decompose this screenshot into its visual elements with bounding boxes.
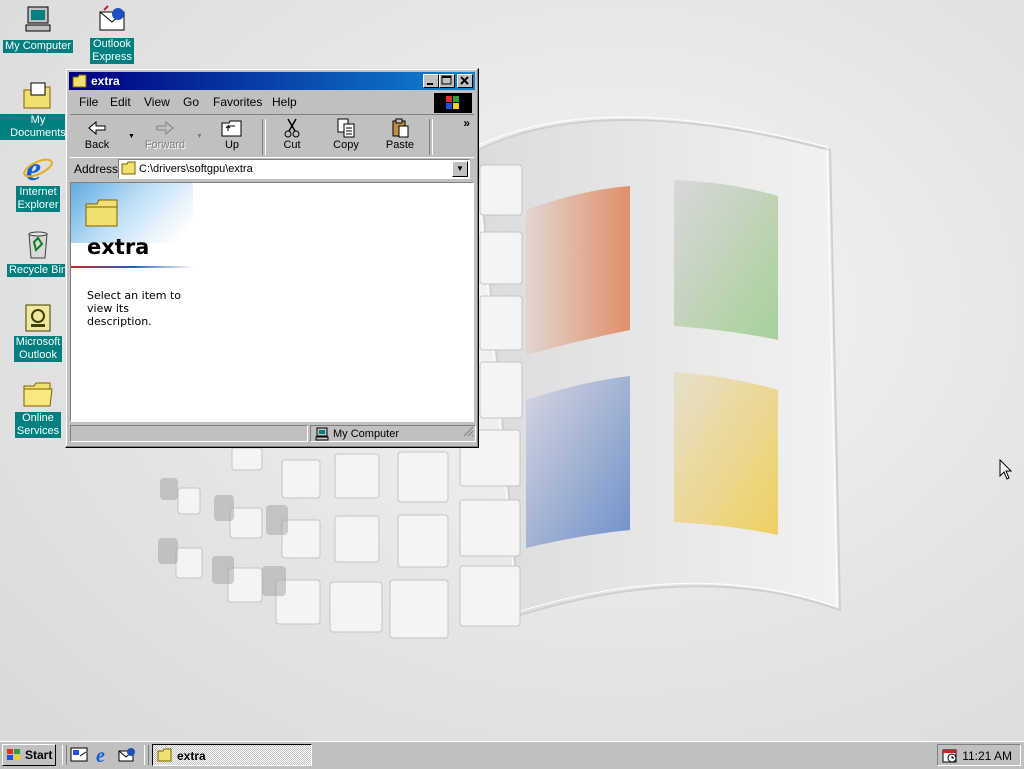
start-label: Start: [25, 748, 53, 762]
back-button[interactable]: Back: [72, 118, 122, 154]
desktop-icon-label: My Computer: [2, 40, 74, 53]
status-left-panel: [70, 425, 308, 442]
paste-button[interactable]: Paste: [375, 118, 425, 154]
my-computer-small-icon: [314, 427, 330, 444]
paste-clipboard-icon: [392, 118, 409, 138]
forward-label: Forward: [144, 139, 186, 151]
desktop-icon-label: Recycle Bin: [6, 264, 70, 277]
up-button[interactable]: Up: [207, 118, 257, 154]
copy-label: Copy: [333, 139, 359, 151]
heading-divider: [71, 266, 193, 268]
address-bar: Address C:\drivers\softgpu\extra ▼: [70, 158, 474, 180]
clock[interactable]: 11:21 AM: [962, 749, 1012, 763]
scissors-icon: [284, 118, 300, 138]
menu-go[interactable]: Go: [183, 95, 199, 109]
system-tray: 11:21 AM: [937, 744, 1021, 766]
close-button[interactable]: [457, 74, 473, 88]
back-arrow-icon: [88, 120, 106, 136]
paste-label: Paste: [385, 139, 415, 151]
back-label: Back: [84, 139, 110, 151]
desktop-icon-label: Microsoft Outlook: [13, 336, 63, 362]
maximize-icon: [441, 75, 452, 85]
status-right-panel: My Computer: [310, 425, 476, 442]
menu-view[interactable]: View: [144, 95, 170, 109]
my-computer-icon: [22, 4, 54, 36]
minimize-icon: [427, 83, 433, 85]
forward-arrow-icon: [156, 120, 174, 136]
svg-text:e: e: [96, 746, 105, 764]
taskbar-button-label: extra: [177, 749, 206, 763]
taskbar: Start e extra 11:21 AM: [0, 740, 1024, 769]
toolbar-separator: [429, 119, 433, 155]
selection-description: Select an item to view its description.: [87, 289, 182, 328]
desktop-icon-my-computer[interactable]: My Computer: [0, 4, 76, 53]
menu-edit[interactable]: Edit: [110, 95, 131, 109]
up-label: Up: [224, 139, 240, 151]
desktop-icon-outlook-express[interactable]: Outlook Express: [74, 4, 150, 64]
title-bar[interactable]: extra: [69, 72, 475, 90]
copy-button[interactable]: Copy: [321, 118, 371, 154]
status-location: My Computer: [333, 428, 400, 440]
folder-icon: [72, 74, 88, 91]
windows-logo-icon: [6, 748, 22, 765]
up-folder-icon: [221, 120, 242, 137]
toolbar-more-chevron[interactable]: »: [463, 116, 470, 130]
menu-favorites[interactable]: Favorites: [213, 95, 262, 109]
close-icon: [460, 76, 469, 85]
tasks-grip[interactable]: [144, 745, 149, 765]
cut-button[interactable]: Cut: [267, 118, 317, 154]
microsoft-outlook-icon: [22, 302, 54, 334]
folder-content-pane[interactable]: extra Select an item to view its descrip…: [70, 182, 474, 422]
scheduler-tray-icon[interactable]: [942, 747, 958, 766]
my-documents-icon: [22, 80, 54, 112]
desktop-icon-label: Online Services: [14, 412, 62, 438]
menu-bar: File Edit View Go Favorites Help: [70, 92, 474, 113]
internet-explorer-icon[interactable]: e: [94, 745, 112, 767]
recycle-bin-icon: [22, 228, 54, 260]
forward-dropdown-arrow[interactable]: ▼: [196, 133, 203, 140]
quicklaunch-grip[interactable]: [62, 745, 67, 765]
address-dropdown-button[interactable]: ▼: [452, 161, 468, 177]
address-input[interactable]: C:\drivers\softgpu\extra ▼: [118, 159, 470, 179]
folder-name-heading: extra: [87, 235, 150, 259]
toolbar-separator: [262, 119, 266, 155]
address-value: C:\drivers\softgpu\extra: [139, 163, 253, 175]
outlook-express-icon[interactable]: [118, 746, 136, 764]
folder-large-icon: [85, 199, 119, 230]
standard-toolbar: Back ▼ Forward ▼ Up Cut Copy Paste »: [70, 114, 474, 158]
outlook-express-icon: [96, 4, 128, 36]
minimize-button[interactable]: [423, 74, 439, 88]
online-services-folder-icon: [22, 378, 54, 410]
copy-icon: [337, 118, 355, 138]
cut-label: Cut: [283, 139, 301, 151]
chevron-down-icon: ▼: [456, 164, 464, 173]
status-bar: My Computer: [70, 425, 476, 443]
windows-logo-throbber-icon: [434, 93, 472, 113]
internet-explorer-icon: e: [22, 151, 54, 188]
back-dropdown-arrow[interactable]: ▼: [128, 133, 135, 140]
folder-icon: [121, 161, 137, 178]
taskbar-button-extra[interactable]: extra: [152, 744, 312, 766]
show-desktop-icon[interactable]: [70, 746, 88, 764]
start-button[interactable]: Start: [2, 744, 56, 766]
desktop-icon-label: Outlook Express: [90, 38, 134, 64]
resize-grip-icon[interactable]: [463, 426, 474, 440]
menu-file[interactable]: File: [79, 95, 98, 109]
forward-button[interactable]: Forward: [140, 118, 190, 154]
desktop-icon-label: Internet Explorer: [15, 186, 61, 212]
folder-icon: [157, 748, 173, 765]
window-title: extra: [91, 74, 120, 88]
address-label: Address: [74, 162, 119, 176]
maximize-button[interactable]: [439, 74, 455, 88]
menu-help[interactable]: Help: [272, 95, 297, 109]
explorer-window[interactable]: extra File Edit View Go Favorites Help B…: [65, 68, 479, 448]
